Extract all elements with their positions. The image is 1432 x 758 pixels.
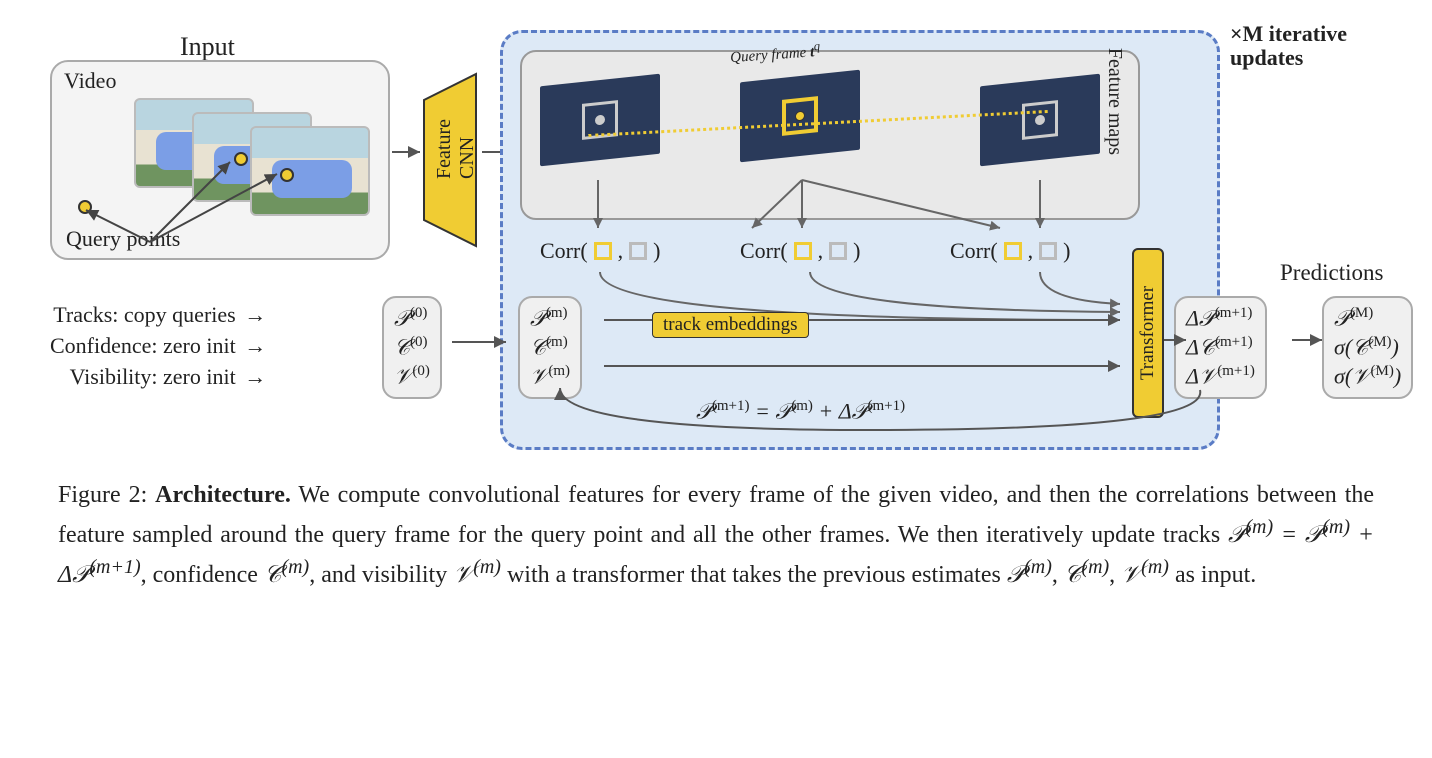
transformer-block: Transformer [1132, 248, 1164, 418]
corr-1: Corr(,) [540, 238, 660, 264]
input-box: Video Query points [50, 60, 390, 260]
figure-number: Figure 2: [58, 482, 147, 508]
input-section: Input Video Query points [50, 60, 390, 260]
delta-box: Δ𝒫(m+1) Δ𝒞(m+1) Δ𝒱(m+1) [1174, 296, 1267, 399]
feature-maps-label: Feature maps [1103, 48, 1126, 155]
state-0-box: 𝒫(0) 𝒞(0) 𝒱(0) [382, 296, 442, 399]
feature-map-q [740, 70, 860, 163]
feature-map-2 [980, 74, 1100, 167]
query-point-dot [234, 152, 248, 166]
corr-q: Corr(,) [740, 238, 860, 264]
cnn-label: FeatureCNN [433, 119, 479, 179]
m-updates-label: ×M iterativeupdates [1230, 22, 1347, 70]
init-labels: Tracks: copy queries → Confidence: zero … [50, 300, 269, 392]
state-m-box: 𝒫(m) 𝒞(m) 𝒱(m) [518, 296, 582, 399]
feature-cnn: FeatureCNN [420, 70, 480, 250]
architecture-diagram: Input Video Query points FeatureCNN [40, 20, 1392, 460]
input-title: Input [180, 32, 235, 62]
video-label: Video [64, 68, 116, 94]
track-embeddings-label: track embeddings [652, 312, 809, 338]
feature-map-1 [540, 74, 660, 167]
query-point-dot [78, 200, 92, 214]
update-equation: 𝒫(m+1) = 𝒫(m) + Δ𝒫(m+1) [696, 398, 905, 424]
corr-2: Corr(,) [950, 238, 1070, 264]
predictions-label: Predictions [1280, 260, 1384, 286]
caption-title: Architecture. [155, 482, 291, 508]
query-point-dot [280, 168, 294, 182]
video-frame-3 [250, 126, 370, 216]
figure-container: Input Video Query points FeatureCNN [40, 20, 1392, 592]
predictions-box: 𝒫(M) σ(𝒞(M)) σ(𝒱(M)) [1322, 296, 1413, 399]
figure-caption: Figure 2: Architecture. We compute convo… [40, 478, 1392, 592]
query-points-label: Query points [66, 226, 180, 252]
